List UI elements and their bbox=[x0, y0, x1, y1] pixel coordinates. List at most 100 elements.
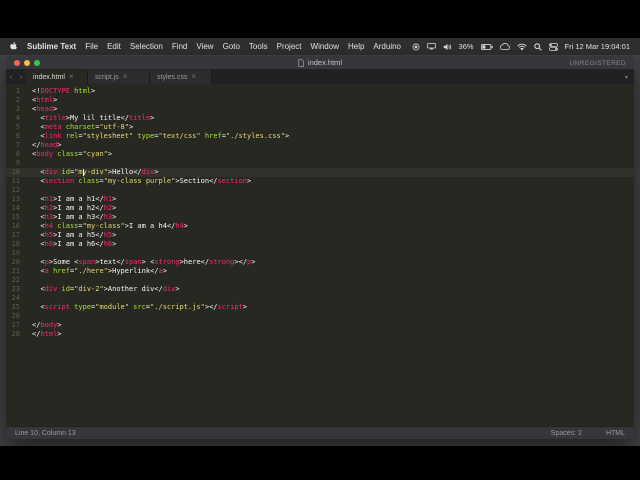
menu-item-selection[interactable]: Selection bbox=[130, 42, 163, 51]
menubar-clock[interactable]: Fri 12 Mar 19:04:01 bbox=[565, 42, 630, 51]
code-line[interactable]: 25 <script type="module" src="./script.j… bbox=[6, 303, 634, 312]
control-center-icon[interactable] bbox=[548, 42, 558, 51]
syntax-mode[interactable]: HTML bbox=[606, 430, 625, 437]
code-line[interactable]: 10 <div id="my-div">Hello</div> bbox=[6, 168, 634, 177]
indentation-setting[interactable]: Spaces: 2 bbox=[551, 430, 582, 437]
code-line[interactable]: 21 <a href="./here">Hyperlink</a> bbox=[6, 267, 634, 276]
code-line[interactable]: 8 <body class="cyan"> bbox=[6, 150, 634, 159]
code-line[interactable]: 28 </html> bbox=[6, 330, 634, 339]
line-number: 18 bbox=[11, 240, 20, 248]
tab-script.js[interactable]: script.js × bbox=[88, 70, 150, 84]
tab-scroll-right-icon[interactable]: › bbox=[16, 70, 26, 84]
line-number: 22 bbox=[11, 276, 20, 284]
wifi-icon[interactable] bbox=[516, 43, 527, 51]
menu-item-help[interactable]: Help bbox=[348, 42, 364, 51]
menu-item-find[interactable]: Find bbox=[172, 42, 188, 51]
line-number: 2 bbox=[15, 96, 20, 104]
code-line[interactable]: 23 <div id="div-2">Another div</div> bbox=[6, 285, 634, 294]
tab-close-icon[interactable]: × bbox=[69, 73, 74, 81]
line-number: 3 bbox=[15, 105, 20, 113]
apple-logo[interactable] bbox=[10, 42, 18, 51]
menu-item-view[interactable]: View bbox=[196, 42, 213, 51]
code-line[interactable]: 2 <html> bbox=[6, 96, 634, 105]
menu-left: Sublime Text File Edit Selection Find View Got… bbox=[10, 42, 401, 51]
code-line[interactable]: 9 bbox=[6, 159, 634, 168]
screen-record-icon[interactable] bbox=[412, 43, 420, 51]
menu-item-arduino[interactable]: Arduino bbox=[373, 42, 401, 51]
menu-item-project[interactable]: Project bbox=[277, 42, 302, 51]
tab-label: index.html bbox=[33, 73, 65, 81]
code-line[interactable]: 4 <title>My lil title</title> bbox=[6, 114, 634, 123]
line-number: 8 bbox=[15, 150, 20, 158]
tab-label: script.js bbox=[95, 73, 119, 81]
text-caret bbox=[82, 169, 84, 176]
line-number: 14 bbox=[11, 204, 20, 212]
display-icon[interactable] bbox=[426, 43, 436, 50]
code-line[interactable]: 15 <h3>I am a h3</h3> bbox=[6, 213, 634, 222]
battery-icon[interactable] bbox=[480, 43, 493, 50]
menu-item-sublime-text[interactable]: Sublime Text bbox=[27, 42, 76, 51]
zoom-button[interactable] bbox=[34, 60, 40, 66]
code-line[interactable]: 3 <head> bbox=[6, 105, 634, 114]
traffic-lights bbox=[14, 60, 40, 66]
line-number: 11 bbox=[11, 177, 20, 185]
volume-icon[interactable] bbox=[443, 43, 452, 51]
menu-status-area: 36% Fri 12 Mar 19:04:01 bbox=[412, 42, 630, 51]
code-line[interactable]: 5 <meta charset="utf-8"> bbox=[6, 123, 634, 132]
title-bar[interactable]: index.html UNREGISTERED bbox=[6, 56, 634, 70]
cloud-icon[interactable] bbox=[499, 43, 510, 50]
menu-item-window[interactable]: Window bbox=[311, 42, 339, 51]
line-number: 13 bbox=[11, 195, 20, 203]
tab-styles.css[interactable]: styles.css × bbox=[150, 70, 212, 84]
tab-close-icon[interactable]: × bbox=[123, 73, 128, 81]
code-line[interactable]: 11 <section class="my-class purple">Sect… bbox=[6, 177, 634, 186]
line-number: 1 bbox=[15, 87, 20, 95]
editor[interactable]: 1 <!DOCTYPE html> 2 <html> 3 <head> 4 <title>M… bbox=[6, 84, 634, 426]
code-line[interactable]: 6 <link rel="stylesheet" type="text/css"… bbox=[6, 132, 634, 141]
code-line[interactable]: 22 bbox=[6, 276, 634, 285]
menu-items: Sublime Text File Edit Selection Find View Got… bbox=[27, 42, 401, 51]
tab-bar: ‹ › index.html × script.js × styles.css × ▾ bbox=[6, 70, 634, 84]
code-line[interactable]: 13 <h1>I am a h1</h1> bbox=[6, 195, 634, 204]
code-line[interactable]: 18 <h6>I am a h6</h6> bbox=[6, 240, 634, 249]
tabs: index.html × script.js × styles.css × bbox=[26, 70, 212, 84]
line-number: 28 bbox=[11, 330, 20, 338]
code-line[interactable]: 20 <p>Some <span>text</span> <strong>her… bbox=[6, 258, 634, 267]
cursor-position: Line 10, Column 13 bbox=[15, 429, 76, 437]
minimize-button[interactable] bbox=[24, 60, 30, 66]
tab-scroll-left-icon[interactable]: ‹ bbox=[6, 70, 16, 84]
code-line[interactable]: 27 </body> bbox=[6, 321, 634, 330]
line-number: 24 bbox=[11, 294, 20, 302]
line-number: 17 bbox=[11, 231, 20, 239]
code-line[interactable]: 12 bbox=[6, 186, 634, 195]
menu-item-edit[interactable]: Edit bbox=[107, 42, 121, 51]
line-number: 5 bbox=[15, 123, 20, 131]
line-number: 10 bbox=[11, 168, 20, 176]
menu-item-goto[interactable]: Goto bbox=[223, 42, 240, 51]
code-line[interactable]: 17 <h5>I am a h5</h5> bbox=[6, 231, 634, 240]
code-line[interactable]: 16 <h4 class="my-class">I am a h4</h4> bbox=[6, 222, 634, 231]
line-number: 7 bbox=[15, 141, 20, 149]
code-line[interactable]: 24 bbox=[6, 294, 634, 303]
tab-overflow-icon[interactable]: ▾ bbox=[619, 70, 634, 84]
line-number: 20 bbox=[11, 258, 20, 266]
status-right: Spaces: 2 HTML bbox=[551, 430, 625, 437]
menu-item-tools[interactable]: Tools bbox=[249, 42, 268, 51]
line-number: 27 bbox=[11, 321, 20, 329]
window-title-group: index.html bbox=[298, 58, 342, 67]
menu-item-file[interactable]: File bbox=[85, 42, 98, 51]
search-icon[interactable] bbox=[533, 42, 542, 51]
close-button[interactable] bbox=[14, 60, 20, 66]
code-line[interactable]: 14 <h2>I am a h2</h2> bbox=[6, 204, 634, 213]
letterbox-top bbox=[0, 0, 640, 38]
code-line[interactable]: 1 <!DOCTYPE html> bbox=[6, 87, 634, 96]
desktop: Sublime Text File Edit Selection Find View Got… bbox=[0, 38, 640, 446]
code-line[interactable]: 7 </head> bbox=[6, 141, 634, 150]
tab-index.html[interactable]: index.html × bbox=[26, 70, 88, 84]
line-number: 21 bbox=[11, 267, 20, 275]
code-line[interactable]: 26 bbox=[6, 312, 634, 321]
code-line[interactable]: 19 bbox=[6, 249, 634, 258]
line-number: 25 bbox=[11, 303, 20, 311]
battery-percentage[interactable]: 36% bbox=[459, 42, 474, 51]
tab-close-icon[interactable]: × bbox=[191, 73, 196, 81]
